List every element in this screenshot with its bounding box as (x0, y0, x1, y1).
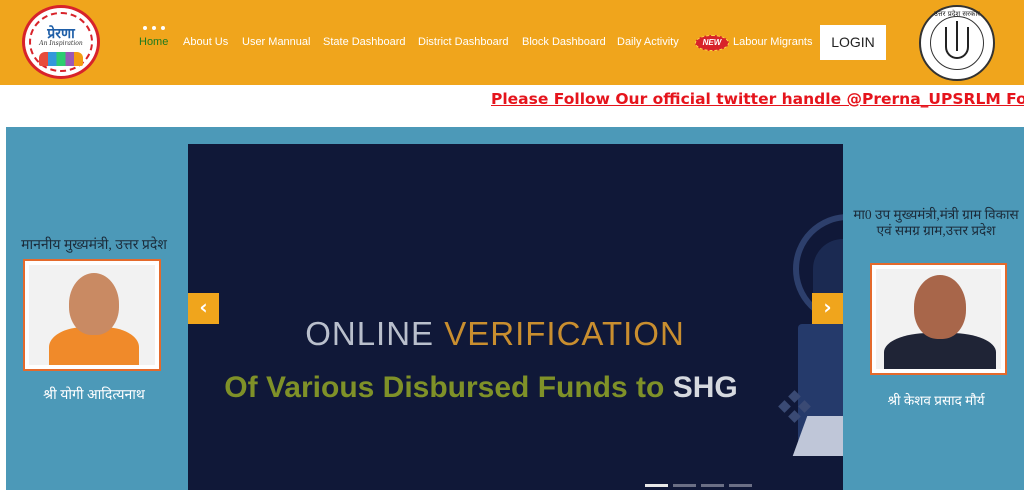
portrait-head (69, 273, 119, 335)
nav-home[interactable]: Home (139, 36, 168, 48)
leader-name: श्री योगी आदित्यनाथ (43, 388, 145, 403)
diamond-shape (788, 410, 801, 423)
emblem-bow-icon (945, 21, 969, 59)
site-header: प्रेरणा An Inspiration Home About Us Use… (0, 0, 1024, 85)
portrait-head (914, 275, 966, 339)
subheadline-shg: SHG (672, 371, 738, 404)
announcement-marquee: Please Follow Our official twitter handl… (0, 85, 1024, 127)
carousel-prev-chevron-icon[interactable]: ‹ (188, 293, 219, 324)
up-government-logo: उत्तर प्रदेश सरकार (919, 5, 995, 81)
dot (143, 26, 147, 30)
carousel-indicator-4[interactable] (729, 484, 752, 487)
dot (161, 26, 165, 30)
portrait-image (876, 269, 1001, 369)
new-badge-text: NEW (702, 38, 722, 47)
headline-word-verification: VERIFICATION (444, 315, 685, 352)
up-govt-text: उत्तर प्रदेश सरकार (933, 10, 981, 18)
leader-title: माननीय मुख्यमंत्री, उत्तर प्रदेश (21, 238, 167, 253)
diamond-shape (778, 400, 791, 413)
leader-name: श्री केशव प्रसाद मौर्य (887, 393, 985, 408)
hero-section: माननीय मुख्यमंत्री, उत्तर प्रदेश श्री यो… (6, 127, 1024, 490)
carousel-diamond-decor (776, 390, 816, 432)
active-nav-dots (143, 26, 167, 30)
login-button[interactable]: LOGIN (820, 25, 886, 60)
twitter-announcement-link[interactable]: Please Follow Our official twitter handl… (491, 90, 1024, 108)
leader-card-right: मा0 उप मुख्यमंत्री,मंत्री ग्राम विकास एव… (848, 207, 1024, 408)
nav-labour-migrants[interactable]: Labour Migrants (733, 36, 813, 48)
prerna-logo[interactable]: प्रेरणा An Inspiration (22, 5, 100, 79)
carousel-indicators (645, 484, 755, 487)
slide-subheadline: Of Various Disbursed Funds to SHG (188, 371, 774, 405)
diamond-shape (798, 400, 811, 413)
logo-tagline: An Inspiration (39, 40, 83, 47)
logo-people-graphic (39, 52, 83, 66)
carousel-next-chevron-icon[interactable]: › (812, 293, 843, 324)
carousel-indicator-3[interactable] (701, 484, 724, 487)
nav-daily-activity[interactable]: Daily Activity (617, 36, 679, 48)
leader-photo (23, 259, 161, 371)
carousel-indicator-1[interactable] (645, 484, 668, 487)
nav-state-dashboard[interactable]: State Dashboard (323, 36, 406, 48)
headline-word-online: ONLINE (305, 315, 435, 352)
nav-user-manual[interactable]: User Mannual (242, 36, 310, 48)
dot (152, 26, 156, 30)
carousel-indicator-2[interactable] (673, 484, 696, 487)
portrait-image (29, 265, 155, 365)
nav-block-dashboard[interactable]: Block Dashboard (522, 36, 606, 48)
nav-about-us[interactable]: About Us (183, 36, 228, 48)
subheadline-part1: Of Various Disbursed Funds to (224, 371, 665, 404)
leader-title: मा0 उप मुख्यमंत्री,मंत्री ग्राम विकास एव… (853, 207, 1019, 238)
nav-district-dashboard[interactable]: District Dashboard (418, 36, 508, 48)
leader-photo (870, 263, 1007, 375)
hero-carousel: ONLINE VERIFICATION Of Various Disbursed… (188, 144, 843, 490)
slide-headline: ONLINE VERIFICATION (188, 315, 802, 353)
new-badge-icon: NEW (695, 35, 729, 51)
diamond-shape (788, 390, 801, 403)
leader-card-left: माननीय मुख्यमंत्री, उत्तर प्रदेश श्री यो… (6, 235, 182, 403)
